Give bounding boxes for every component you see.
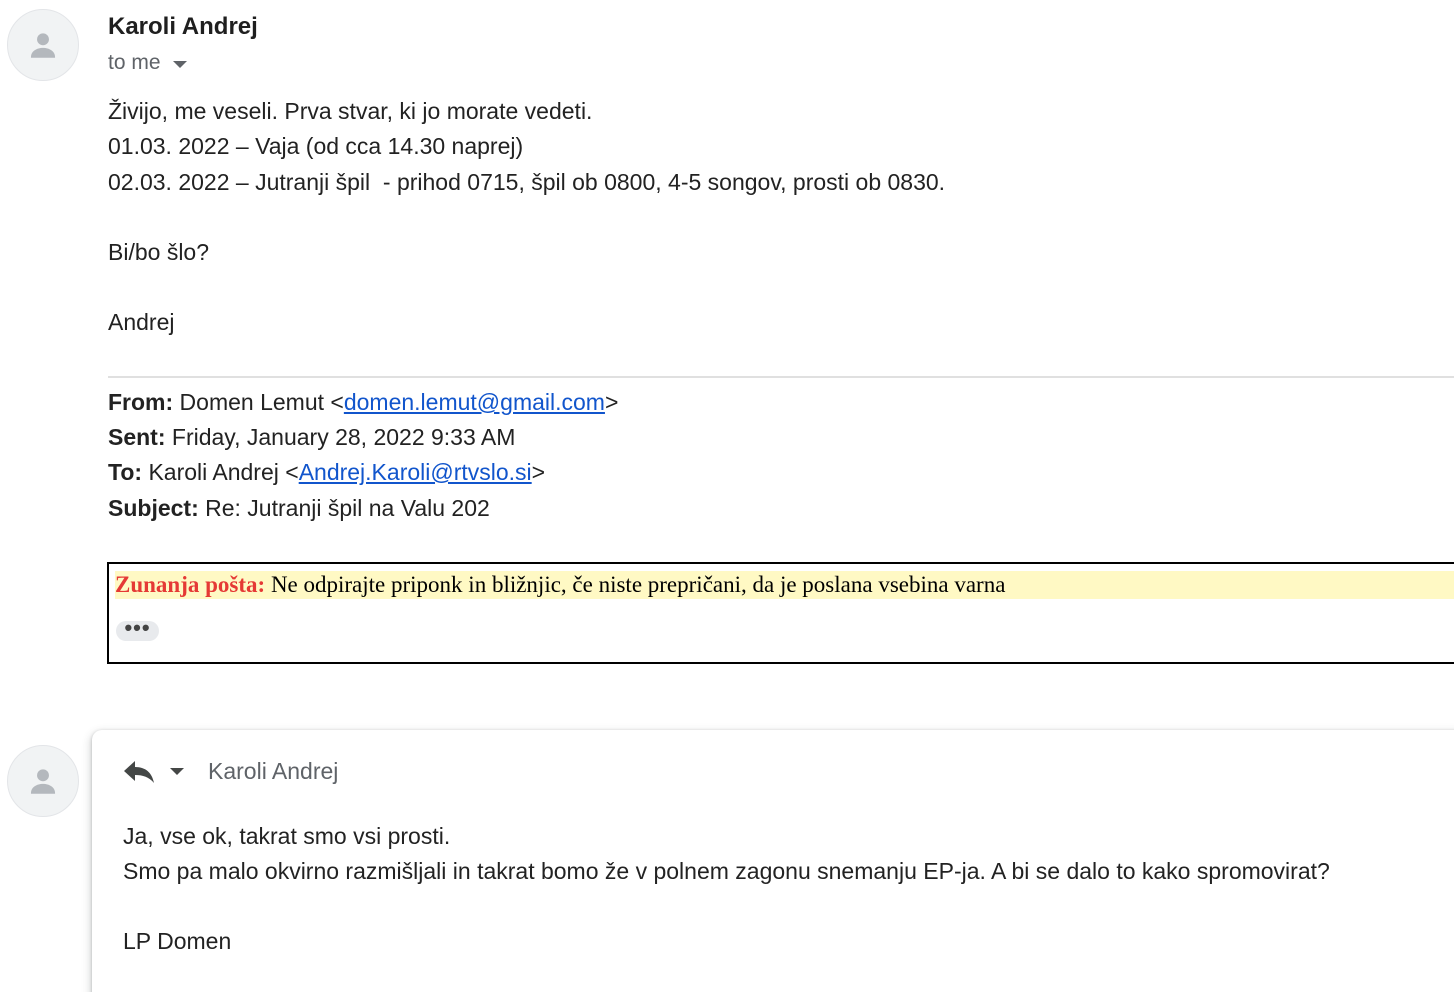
external-mail-label: Zunanja pošta: bbox=[115, 572, 266, 597]
show-trimmed-content-button[interactable]: ••• bbox=[116, 614, 159, 641]
reply-type-caret-down-icon[interactable] bbox=[170, 768, 184, 775]
reply-body-line[interactable]: Ja, vse ok, takrat smo vsi prosti. bbox=[123, 823, 450, 850]
email-thread: Karoli Andrej to me Živijo, me veseli. P… bbox=[0, 0, 1454, 992]
subject-label: Subject: bbox=[108, 495, 199, 521]
person-icon bbox=[30, 769, 56, 794]
external-mail-text: Ne odpirajte priponk in bližnjic, če nis… bbox=[265, 572, 1006, 597]
message-body-line: 02.03. 2022 – Jutranji špil - prihod 071… bbox=[108, 169, 946, 195]
subject-value: Re: Jutranji špil na Valu 202 bbox=[198, 495, 490, 521]
quote-divider bbox=[108, 376, 1454, 378]
from-close: > bbox=[604, 389, 619, 415]
from-label: From: bbox=[108, 389, 174, 415]
recipient-label: to me bbox=[108, 51, 161, 74]
reply-signature[interactable]: LP Domen bbox=[123, 928, 231, 955]
sender-name[interactable]: Karoli Andrej bbox=[108, 13, 258, 41]
external-mail-warning: Zunanja pošta: Ne odpirajte priponk in b… bbox=[115, 571, 1454, 599]
quoted-subject-line: Subject: Re: Jutranji špil na Valu 202 bbox=[108, 495, 490, 522]
recipient-details-toggle[interactable]: to me bbox=[108, 51, 187, 75]
reply-avatar bbox=[7, 745, 79, 817]
from-name: Domen Lemut < bbox=[173, 389, 344, 415]
quoted-to-line: To: Karoli Andrej <Andrej.Karoli@rtvslo.… bbox=[108, 459, 545, 486]
sent-value: Friday, January 28, 2022 9:33 AM bbox=[165, 424, 516, 450]
reply-toolbar: Karoli Andrej bbox=[122, 758, 338, 785]
reply-body-line[interactable]: Smo pa malo okvirno razmišljali in takra… bbox=[123, 858, 1330, 885]
to-name: Karoli Andrej < bbox=[142, 459, 299, 485]
to-close: > bbox=[531, 459, 546, 485]
person-icon bbox=[30, 33, 56, 58]
external-mail-box: Zunanja pošta: Ne odpirajte priponk in b… bbox=[107, 562, 1454, 664]
from-email-link[interactable]: domen.lemut@gmail.com bbox=[344, 389, 605, 415]
quoted-sent-line: Sent: Friday, January 28, 2022 9:33 AM bbox=[108, 424, 515, 451]
reply-recipient[interactable]: Karoli Andrej bbox=[208, 758, 338, 785]
message-body-line: Bi/bo šlo? bbox=[108, 239, 210, 265]
caret-down-icon[interactable] bbox=[172, 60, 187, 68]
message-signature: Andrej bbox=[108, 309, 175, 335]
reply-composer[interactable]: Karoli Andrej Ja, vse ok, takrat smo vsi… bbox=[92, 730, 1454, 992]
to-email-link[interactable]: Andrej.Karoli@rtvslo.si bbox=[299, 459, 532, 485]
sender-avatar[interactable] bbox=[7, 9, 79, 81]
quoted-from-line: From: Domen Lemut <domen.lemut@gmail.com… bbox=[108, 389, 618, 416]
sent-label: Sent: bbox=[108, 424, 166, 450]
reply-arrow-icon[interactable] bbox=[122, 759, 156, 785]
to-label: To: bbox=[108, 459, 143, 485]
message-body-line: 01.03. 2022 – Vaja (od cca 14.30 naprej) bbox=[108, 133, 524, 159]
message-body-line: Živijo, me veseli. Prva stvar, ki jo mor… bbox=[108, 98, 593, 124]
ellipsis-icon: ••• bbox=[124, 614, 151, 640]
